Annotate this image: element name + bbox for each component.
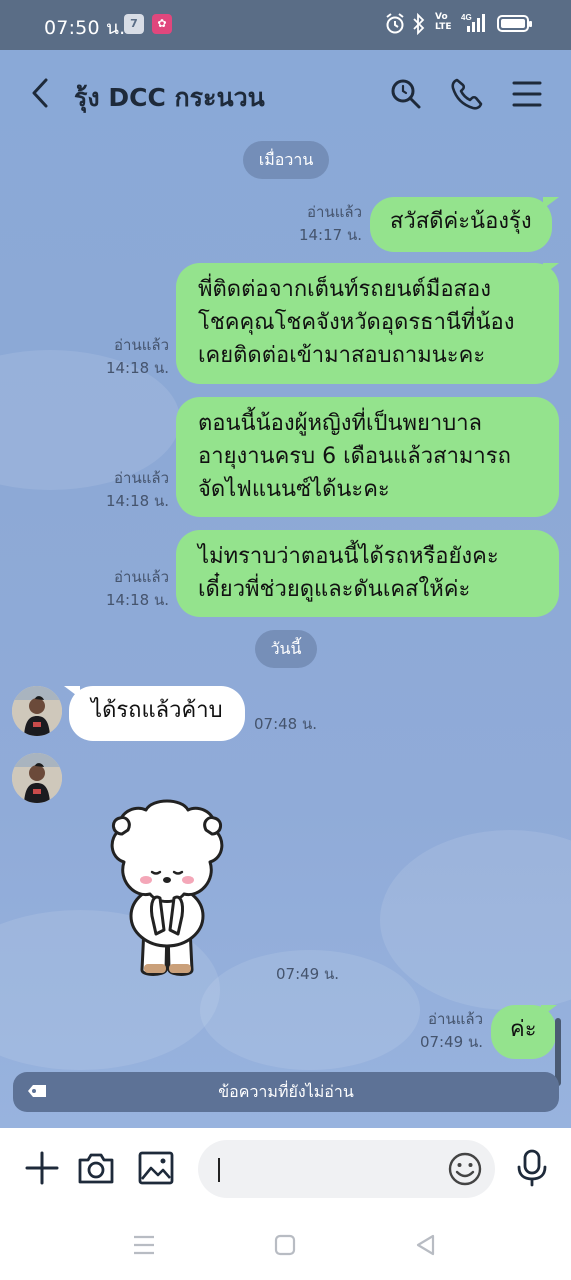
read-receipt: อ่านแล้ว (428, 1010, 483, 1028)
recent-apps-icon[interactable] (131, 1232, 157, 1258)
menu-icon[interactable] (509, 76, 545, 112)
date-separator: วันนี้ (255, 630, 317, 668)
battery-icon (497, 15, 532, 32)
message-meta: อ่านแล้ว 14:18 น. (106, 566, 169, 612)
message-time: 07:48 น. (254, 715, 318, 733)
notification-app-icon: ✿ (152, 14, 172, 34)
status-icons: Vo LTE 4G (385, 12, 535, 38)
back-nav-icon[interactable] (413, 1232, 439, 1258)
message-time: 07:49 น. (276, 965, 340, 983)
chat-area[interactable]: รุ้ง DCC กระนวน เมื่อวาน อ่านแล้ว 14:17 … (0, 50, 571, 1128)
message-time: 14:18 น. (105, 492, 169, 510)
read-receipt: อ่านแล้ว (114, 469, 169, 487)
avatar-photo (12, 753, 62, 803)
search-icon[interactable] (388, 76, 424, 112)
home-icon[interactable] (272, 1232, 298, 1258)
message-text: พี่ติดต่อจากเต็นท์รถยนต์มือสอง (198, 277, 491, 302)
read-receipt: อ่านแล้ว (114, 336, 169, 354)
read-receipt: อ่านแล้ว (114, 568, 169, 586)
svg-text:4G: 4G (461, 13, 472, 22)
unread-label: ข้อความที่ยังไม่อ่าน (218, 1082, 354, 1101)
bubble-tail (543, 263, 559, 275)
outgoing-message-bubble[interactable]: ไม่ทราบว่าตอนนี้ได้รถหรือยังคะ เดี๋ยวพี่… (176, 530, 559, 617)
message-meta: อ่านแล้ว 14:17 น. (299, 201, 362, 247)
outgoing-message-bubble[interactable]: พี่ติดต่อจากเต็นท์รถยนต์มือสอง โชคคุณโชค… (176, 263, 559, 384)
message-time: 14:17 น. (298, 226, 362, 244)
message-text: เดี๋ยวพี่ช่วยดูและดันเคสให้ค่ะ (198, 577, 471, 602)
incoming-message-bubble[interactable]: ได้รถแล้วค้าบ (69, 686, 245, 741)
avatar-photo (12, 686, 62, 736)
back-arrow-icon[interactable] (26, 76, 56, 110)
outgoing-message-bubble[interactable]: สวัสดีค่ะน้องรุ้ง (370, 197, 552, 252)
scrollbar[interactable] (555, 1018, 561, 1086)
alarm-icon (386, 13, 404, 34)
tag-icon (28, 1085, 46, 1097)
sticker-image[interactable] (104, 798, 230, 980)
message-time: 07:49 น. (419, 1033, 483, 1051)
notification-app-icon: 7 (124, 14, 144, 34)
message-text: ไม่ทราบว่าตอนนี้ได้รถหรือยังคะ (198, 544, 499, 569)
avatar[interactable] (12, 753, 62, 803)
message-time: 14:18 น. (105, 591, 169, 609)
chat-title[interactable]: รุ้ง DCC กระนวน (74, 78, 265, 118)
chat-header: รุ้ง DCC กระนวน (0, 50, 571, 140)
message-text: อายุงานครบ 6 เดือนแล้วสามารถ (198, 444, 511, 469)
message-text: ค่ะ (510, 1017, 537, 1042)
camera-icon[interactable] (76, 1148, 116, 1188)
text-cursor (218, 1158, 220, 1182)
unread-messages-button[interactable]: ข้อความที่ยังไม่อ่าน (13, 1072, 559, 1112)
status-bar: 07:50 น. 7 ✿ Vo LTE 4G (0, 0, 571, 50)
system-navigation-bar (0, 1212, 571, 1280)
bubble-tail (543, 197, 559, 209)
avatar[interactable] (12, 686, 62, 736)
message-meta: อ่านแล้ว 14:18 น. (106, 467, 169, 513)
message-text: เคยติดต่อเข้ามาสอบถามนะคะ (198, 343, 486, 368)
message-text: สวัสดีค่ะน้องรุ้ง (390, 209, 532, 234)
bluetooth-icon (413, 13, 425, 35)
outgoing-message-bubble[interactable]: ตอนนี้น้องผู้หญิงที่เป็นพยาบาล อายุงานคร… (176, 397, 559, 517)
message-meta: อ่านแล้ว 14:18 น. (106, 334, 169, 380)
message-text: โชคคุณโชคจังหวัดอุดรธานีที่น้อง (198, 310, 515, 335)
phone-icon[interactable] (449, 76, 485, 112)
message-input-bar (0, 1128, 571, 1212)
date-separator: เมื่อวาน (243, 141, 329, 179)
message-text: จัดไฟแนนซ์ได้นะคะ (198, 477, 390, 502)
message-text: ตอนนี้น้องผู้หญิงที่เป็นพยาบาล (198, 411, 483, 436)
plus-icon[interactable] (22, 1148, 62, 1188)
emoji-icon[interactable] (447, 1151, 483, 1187)
signal-icon: 4G (461, 13, 485, 32)
message-meta: อ่านแล้ว 07:49 น. (420, 1008, 483, 1054)
microphone-icon[interactable] (512, 1148, 552, 1188)
volte-icon: Vo LTE (435, 12, 452, 32)
image-icon[interactable] (136, 1148, 176, 1188)
status-time: 07:50 น. (44, 17, 126, 39)
message-time: 14:18 น. (105, 359, 169, 377)
bubble-tail (541, 1005, 557, 1017)
read-receipt: อ่านแล้ว (307, 203, 362, 221)
message-text: ได้รถแล้วค้าบ (91, 698, 223, 723)
bubble-tail (64, 686, 80, 698)
